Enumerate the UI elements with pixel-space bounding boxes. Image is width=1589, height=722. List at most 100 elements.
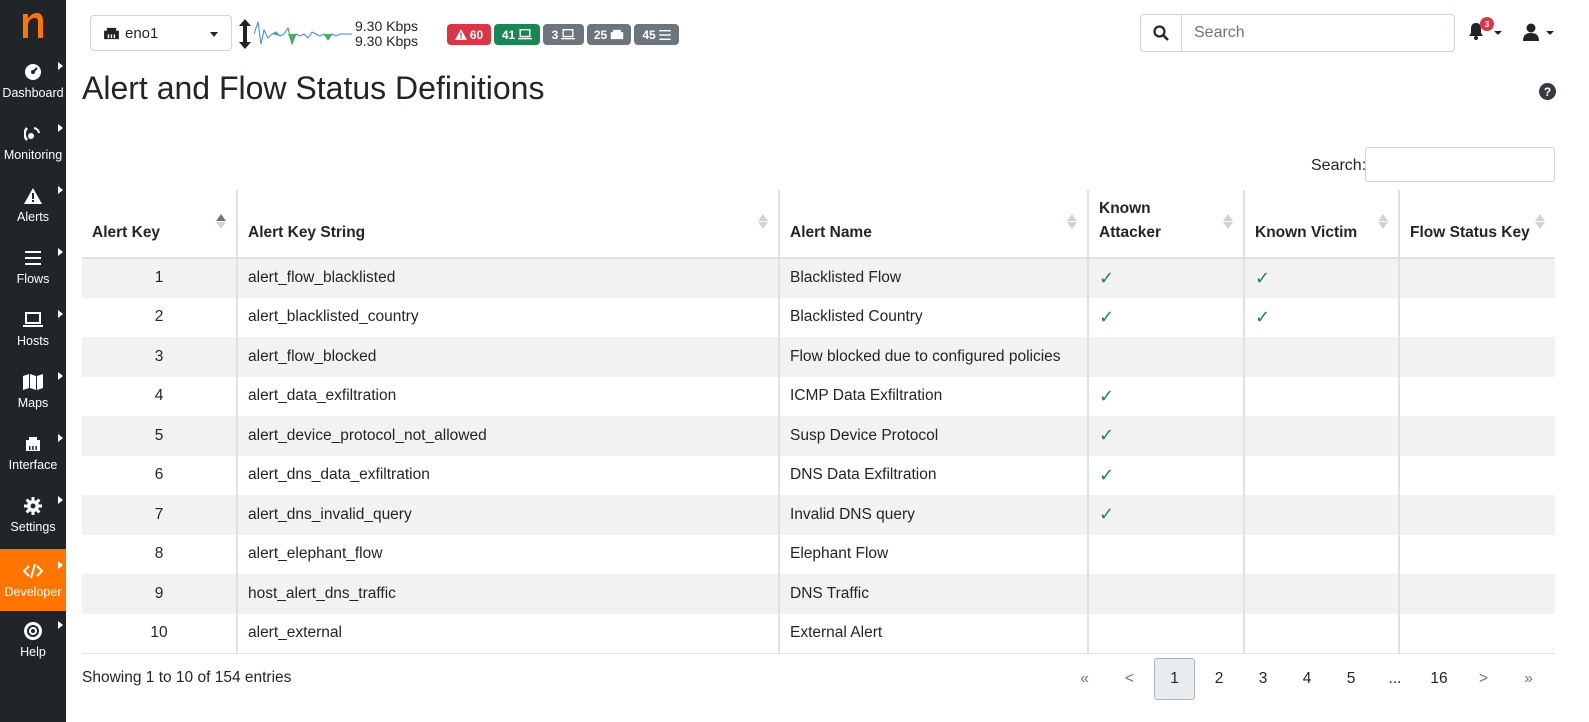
alert-key-string-cell-text: alert_data_exfiltration [248, 387, 397, 405]
alert-name-cell: Flow blocked due to configured policies [778, 337, 1088, 377]
alert-key-string-cell-text: alert_elephant_flow [248, 545, 383, 563]
known-victim-cell [1243, 376, 1399, 416]
column-header-alert-name[interactable]: Alert Name [778, 190, 1088, 259]
flow-status-key-cell [1398, 258, 1555, 298]
alert-key-cell-text: 1 [154, 269, 164, 287]
search-input[interactable] [1182, 15, 1454, 51]
laptop-icon [561, 29, 576, 40]
caret-right-icon [58, 561, 63, 569]
active-hosts-badge[interactable]: 41 [494, 24, 540, 45]
page-button-4[interactable]: 4 [1285, 658, 1329, 700]
interface-select[interactable]: eno1 [90, 15, 232, 51]
alert-key-string-cell: alert_flow_blocked [236, 337, 779, 377]
table-row: 3 alert_flow_blocked Flow blocked due to c… [82, 337, 1555, 377]
sort-icon [758, 214, 768, 229]
help-icon[interactable]: ? [1539, 83, 1556, 100]
table-row: 2 alert_blacklisted_country Blacklisted Co… [82, 297, 1555, 338]
flow-status-key-cell [1398, 534, 1555, 574]
known-attacker-cell [1087, 613, 1244, 654]
sidebar-item-monitoring[interactable]: Monitoring [0, 112, 66, 174]
sidebar-item-label: Help [20, 645, 46, 659]
first-page-button[interactable]: « [1062, 658, 1107, 700]
alert-key-string-cell: alert_data_exfiltration [236, 376, 779, 416]
sidebar-item-maps[interactable]: Maps [0, 360, 66, 422]
alert-key-cell: 5 [82, 416, 237, 456]
sidebar-item-dashboard[interactable]: Dashboard [0, 50, 66, 112]
sidebar-item-developer[interactable]: Developer [0, 549, 66, 611]
column-header-known-victim[interactable]: Known Victim [1243, 190, 1399, 259]
known-victim-cell [1243, 416, 1399, 456]
table-row: 4 alert_data_exfiltration ICMP Data Exfilt… [82, 376, 1555, 416]
alert-key-string-cell: alert_blacklisted_country [236, 297, 779, 337]
alert-name-cell: Susp Device Protocol [778, 416, 1088, 456]
column-header-alert-key-string[interactable]: Alert Key String [236, 190, 779, 259]
last-page-button[interactable]: » [1506, 658, 1551, 700]
known-attacker-cell: ✓ [1087, 416, 1244, 456]
sidebar-item-settings[interactable]: Settings [0, 484, 66, 546]
alert-name-cell: Elephant Flow [778, 534, 1088, 574]
search-button[interactable] [1141, 15, 1182, 51]
sidebar-item-interface[interactable]: Interface [0, 422, 66, 484]
alert-key-cell-text: 2 [154, 308, 164, 326]
table-row: 6 alert_dns_data_exfiltration DNS Data Exf… [82, 455, 1555, 495]
sidebar-item-flows[interactable]: Flows [0, 236, 66, 298]
flows-badge[interactable]: 45 [634, 24, 679, 45]
sidebar-item-help[interactable]: Help [0, 609, 66, 671]
traffic-sparkline [254, 21, 352, 46]
alerts-badge[interactable]: 60 [447, 24, 491, 45]
warning-icon [23, 186, 43, 206]
column-header-known-attacker[interactable]: Known Attacker [1087, 190, 1244, 259]
next-page-button[interactable]: > [1461, 658, 1506, 700]
sidebar-item-label: Maps [17, 396, 49, 410]
known-victim-cell: ✓ [1243, 297, 1399, 337]
alert-key-string-cell-text: host_alert_dns_traffic [248, 584, 396, 602]
column-header-flow-status-key[interactable]: Flow Status Key [1398, 190, 1555, 259]
column-header-alert-key[interactable]: Alert Key [82, 190, 237, 259]
caret-right-icon [58, 372, 63, 380]
caret-right-icon [58, 186, 63, 194]
ethernet-icon [23, 434, 43, 454]
alert-key-string-cell-text: alert_dns_invalid_query [248, 505, 412, 523]
flow-status-key-cell [1398, 416, 1555, 456]
interface-name: eno1 [125, 24, 159, 42]
page-button-16[interactable]: 16 [1417, 658, 1461, 700]
alert-key-cell: 3 [82, 337, 237, 377]
sidebar-item-label: Dashboard [2, 86, 64, 100]
sidebar-item-alerts[interactable]: Alerts [0, 174, 66, 236]
alert-key-cell: 2 [82, 298, 237, 338]
table-row: 8 alert_elephant_flow Elephant Flow [82, 534, 1555, 574]
user-icon[interactable] [1523, 23, 1539, 41]
devices-badge[interactable]: 25 [587, 24, 631, 45]
alert-key-cell-text: 5 [154, 426, 164, 444]
hosts-badge[interactable]: 3 [543, 24, 584, 45]
alert-key-cell-text: 3 [154, 347, 164, 365]
download-speed: 9.30 Kbps [355, 33, 419, 49]
previous-page-button[interactable]: < [1107, 658, 1152, 700]
sidebar-item-hosts[interactable]: Hosts [0, 298, 66, 360]
page-title: Alert and Flow Status Definitions [82, 70, 545, 106]
sidebar-item-label: Developer [4, 585, 62, 599]
monitoring-icon [23, 124, 43, 144]
check-icon: ✓ [1099, 385, 1115, 406]
known-attacker-cell: ✓ [1087, 495, 1244, 535]
table-row: 7 alert_dns_invalid_query Invalid DNS quer… [82, 495, 1555, 535]
known-attacker-cell: ✓ [1087, 297, 1244, 337]
alert-key-string-cell: alert_dns_data_exfiltration [236, 455, 779, 495]
page-button-1[interactable]: 1 [1154, 658, 1195, 700]
page-button-3[interactable]: 3 [1241, 658, 1285, 700]
sort-icon [1067, 214, 1077, 229]
alert-name-cell-text: ICMP Data Exfiltration [790, 387, 943, 405]
table-search-input[interactable] [1365, 147, 1555, 182]
known-attacker-cell [1087, 534, 1244, 574]
alert-key-cell-text: 9 [154, 584, 164, 602]
alert-name-cell-text: DNS Data Exfiltration [790, 466, 937, 484]
page-button-5[interactable]: 5 [1329, 658, 1373, 700]
caret-right-icon [58, 124, 63, 132]
header-label: Alert Name [790, 224, 872, 241]
table-search-label: Search: [1311, 157, 1367, 174]
page-button-2[interactable]: 2 [1197, 658, 1241, 700]
ntopng-logo[interactable] [0, 0, 66, 50]
alert-key-string-cell-text: alert_blacklisted_country [248, 308, 419, 326]
sidebar-item-label: Interface [8, 458, 58, 472]
chevron-down-icon [1546, 31, 1554, 35]
